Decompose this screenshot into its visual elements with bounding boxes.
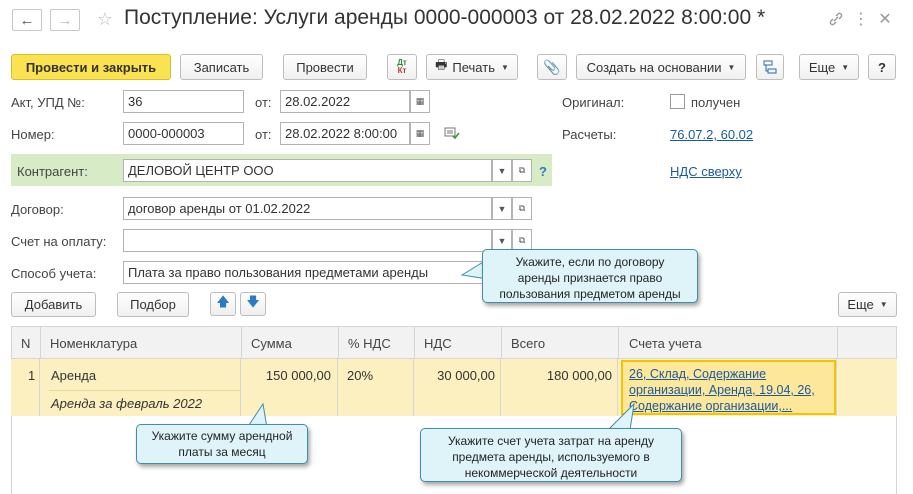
create-based-on-button[interactable]: Создать на основании ▼ xyxy=(576,54,746,80)
cell-item-description[interactable]: Аренда за февраль 2022 xyxy=(51,396,202,411)
tooltip-accounting-line-1: Укажите, если по договору xyxy=(515,255,665,269)
cell-vat-rate[interactable]: 20% xyxy=(347,368,373,383)
dt-kt-button[interactable]: Дт Кт xyxy=(387,54,417,80)
tooltip-accounting-method: Укажите, если по договору аренды признае… xyxy=(482,249,698,303)
tooltip-accounting-line-3: пользования предметом аренды xyxy=(499,287,681,301)
col-vat[interactable]: НДС xyxy=(424,336,452,351)
tooltip-accounts-line-2: предмета аренды, используемого в xyxy=(452,450,650,464)
link-icon[interactable] xyxy=(826,9,846,29)
number-date-from-label: от: xyxy=(255,127,272,142)
table-more-label: Еще xyxy=(847,297,874,312)
tooltip-accounts-line-1: Укажите счет учета затрат на аренду xyxy=(447,434,655,448)
forward-button[interactable]: → xyxy=(50,9,80,31)
accounting-method-select[interactable]: Плата за право пользования предметами ар… xyxy=(123,261,492,284)
act-date-from-label: от: xyxy=(255,95,272,110)
tooltip-sum: Укажите сумму арендной платы за месяц xyxy=(136,424,308,464)
accounting-method-label: Способ учета: xyxy=(11,266,97,281)
structure-button[interactable] xyxy=(756,54,784,80)
col-vat-rate[interactable]: % НДС xyxy=(348,336,391,351)
original-received-checkbox[interactable] xyxy=(670,94,685,109)
tooltip-accounting-line-2: аренды признается право xyxy=(517,271,663,285)
table-more-button[interactable]: Еще ▼ xyxy=(838,292,897,317)
cell-sum[interactable]: 150 000,00 xyxy=(240,368,331,383)
col-sum[interactable]: Сумма xyxy=(251,336,292,351)
counterparty-input[interactable]: ДЕЛОВОЙ ЦЕНТР ООО xyxy=(123,159,492,182)
number-input[interactable]: 0000-000003 xyxy=(123,122,244,145)
move-down-button[interactable]: 🡇 xyxy=(240,292,266,316)
post-and-close-button[interactable]: Провести и закрыть xyxy=(11,54,171,80)
tooltip-accounts-line-3: некоммерческой деятельности xyxy=(464,466,638,480)
act-date-input[interactable]: 28.02.2022 xyxy=(280,90,410,113)
cell-n: 1 xyxy=(28,368,36,383)
help-button[interactable]: ? xyxy=(868,54,896,80)
original-label: Оригинал: xyxy=(562,95,625,110)
invoice-label: Счет на оплату: xyxy=(11,234,107,249)
contract-input[interactable]: договор аренды от 01.02.2022 xyxy=(123,197,492,220)
attach-button[interactable]: 📎 xyxy=(537,54,567,80)
favorite-star-icon[interactable]: ☆ xyxy=(95,9,115,29)
paperclip-icon: 📎 xyxy=(543,58,561,75)
accounts-link-line-3[interactable]: Содержание организации,... xyxy=(629,399,792,413)
print-label: Печать xyxy=(452,59,495,75)
settlements-link[interactable]: 76.07.2, 60.02 xyxy=(670,127,753,142)
table-row[interactable]: 1 Аренда Аренда за февраль 2022 150 000,… xyxy=(11,359,897,416)
tooltip-sum-line-2: платы за месяц xyxy=(178,445,266,459)
arrow-up-icon: 🡅 xyxy=(216,294,230,309)
cell-total[interactable]: 180 000,00 xyxy=(500,368,612,383)
more-label: Еще xyxy=(808,59,836,75)
hierarchy-icon xyxy=(763,60,777,74)
contract-label: Договор: xyxy=(11,202,64,217)
counterparty-label: Контрагент: xyxy=(17,164,88,179)
vat-on-top-link[interactable]: НДС сверху xyxy=(670,164,742,179)
table-header: N Номенклатура Сумма % НДС НДС Всего Сче… xyxy=(11,326,897,359)
cell-item[interactable]: Аренда xyxy=(51,368,96,383)
more-button[interactable]: Еще ▼ xyxy=(799,54,859,80)
arrow-right-icon: → xyxy=(57,11,73,29)
chevron-down-icon: ▼ xyxy=(500,62,509,72)
cell-vat[interactable]: 30 000,00 xyxy=(413,368,495,383)
chevron-down-icon[interactable]: ▼ xyxy=(492,159,512,182)
move-up-button[interactable]: 🡅 xyxy=(210,292,236,316)
number-label: Номер: xyxy=(11,127,55,142)
select-button[interactable]: Подбор xyxy=(117,292,189,317)
document-title: Поступление: Услуги аренды 0000-000003 о… xyxy=(124,6,766,29)
printer-icon: 🖶 xyxy=(435,57,448,72)
cell-accounts[interactable]: 26, Склад, Содержание организации, Аренд… xyxy=(621,360,836,415)
print-button[interactable]: 🖶 Печать ▼ xyxy=(426,54,518,80)
chevron-down-icon: ▼ xyxy=(841,62,850,72)
col-total[interactable]: Всего xyxy=(511,336,545,351)
tooltip-accounts: Укажите счет учета затрат на аренду пред… xyxy=(420,428,682,482)
accounts-link-line-2[interactable]: организации, Аренда, 19.04, 26, xyxy=(629,383,815,397)
arrow-down-icon: 🡇 xyxy=(246,294,260,309)
back-button[interactable]: ← xyxy=(12,9,42,31)
col-n[interactable]: N xyxy=(21,336,30,351)
open-icon[interactable]: ⧉ xyxy=(512,159,532,182)
chevron-down-icon[interactable]: ▼ xyxy=(492,197,512,220)
tooltip-sum-line-1: Укажите сумму арендной xyxy=(151,429,293,443)
help-icon[interactable]: ? xyxy=(539,164,547,179)
invoice-input[interactable] xyxy=(123,229,492,252)
arrow-left-icon: ← xyxy=(19,11,35,29)
close-icon[interactable]: ✕ xyxy=(875,9,895,29)
settlements-label: Расчеты: xyxy=(562,127,617,142)
add-row-button[interactable]: Добавить xyxy=(11,292,96,317)
post-button[interactable]: Провести xyxy=(283,54,367,80)
kt-label: Кт xyxy=(397,66,407,75)
number-datetime-input[interactable]: 28.02.2022 8:00:00 xyxy=(280,122,410,145)
act-number-input[interactable]: 36 xyxy=(123,90,244,113)
received-label: получен xyxy=(691,95,741,110)
save-button[interactable]: Записать xyxy=(180,54,263,80)
accounts-link-line-1[interactable]: 26, Склад, Содержание xyxy=(629,367,766,381)
more-vertical-icon[interactable]: ⋮ xyxy=(851,9,871,29)
act-number-label: Акт, УПД №: xyxy=(11,95,85,110)
chevron-down-icon: ▼ xyxy=(727,62,736,72)
open-icon[interactable]: ⧉ xyxy=(512,197,532,220)
col-accounts[interactable]: Счета учета xyxy=(629,336,702,351)
col-nomenclature[interactable]: Номенклатура xyxy=(50,336,137,351)
chevron-down-icon: ▼ xyxy=(879,300,888,309)
calendar-icon[interactable]: ▦ xyxy=(410,122,430,145)
calendar-icon[interactable]: ▦ xyxy=(410,90,430,113)
document-check-icon[interactable] xyxy=(444,126,460,140)
create-based-on-label: Создать на основании xyxy=(586,59,722,75)
